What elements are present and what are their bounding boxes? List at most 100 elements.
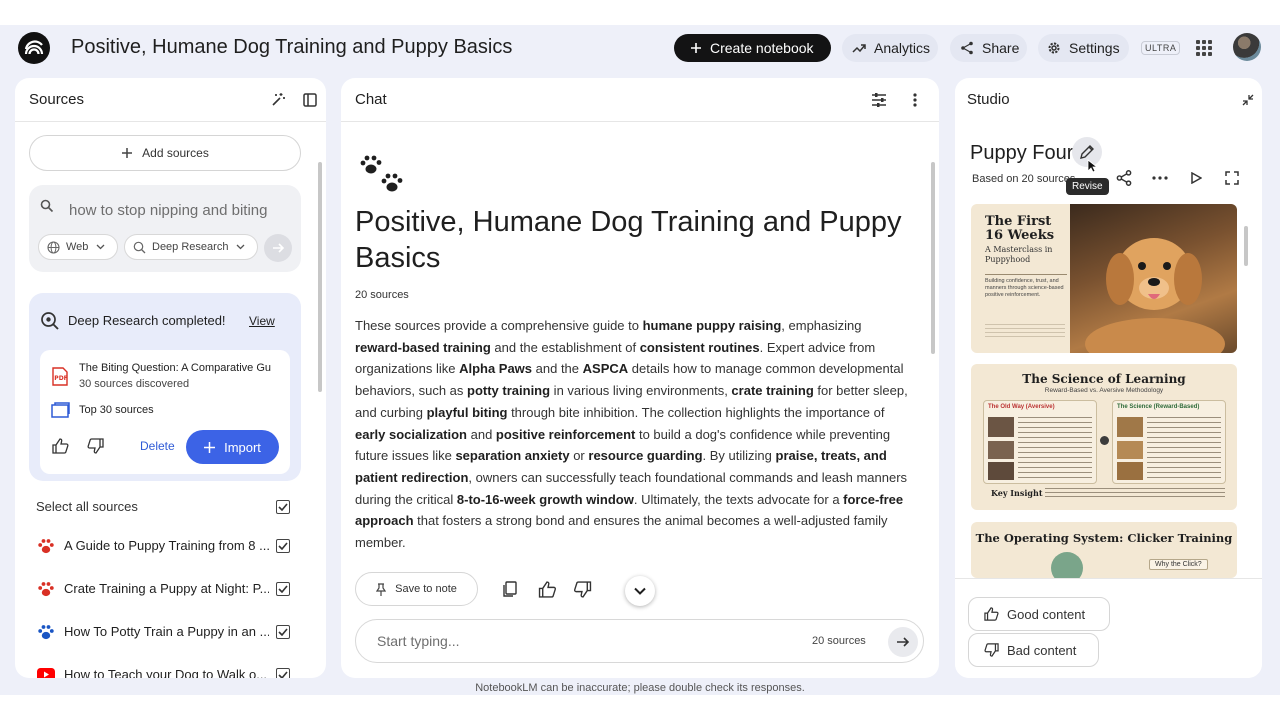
- aversive-head: The Old Way (Aversive): [988, 404, 1055, 410]
- top-bar: Positive, Humane Dog Training and Puppy …: [0, 25, 1280, 75]
- source-item[interactable]: Crate Training a Puppy at Night: P...: [15, 574, 326, 604]
- studio-panel: Studio Puppy Four Based on 20 sources Re…: [955, 78, 1262, 678]
- thumbs-down-icon[interactable]: [573, 581, 592, 598]
- settings-label: Settings: [1069, 40, 1120, 56]
- paw-icon: [38, 625, 54, 640]
- deep-research-view-link[interactable]: View: [249, 314, 275, 328]
- fullscreen-icon[interactable]: [1225, 171, 1239, 185]
- send-button[interactable]: [888, 627, 918, 657]
- source-item-label: How To Potty Train a Puppy in an ...: [64, 624, 269, 639]
- create-notebook-button[interactable]: Create notebook: [674, 34, 831, 62]
- chat-scrollbar[interactable]: [931, 162, 935, 354]
- summary-text: . Ultimately, the texts advocate for a: [633, 491, 844, 507]
- summary-bold-text: early socialization: [355, 426, 467, 442]
- chevron-down-icon: [96, 244, 105, 250]
- slide-title: The First 16 Weeks: [985, 214, 1055, 243]
- thumbs-up-icon[interactable]: [538, 581, 557, 598]
- magic-wand-icon[interactable]: [267, 89, 289, 111]
- good-content-button[interactable]: Good content: [968, 597, 1110, 631]
- add-sources-button[interactable]: Add sources: [29, 135, 301, 171]
- studio-scrollbar[interactable]: [1244, 226, 1248, 266]
- more-horiz-icon[interactable]: [1152, 176, 1168, 180]
- slide-thumbnail[interactable]: The First 16 Weeks A Masterclass in Pupp…: [971, 204, 1237, 353]
- source-checkbox[interactable]: [276, 539, 290, 553]
- slide-title: The Operating System: Clicker Training: [975, 531, 1233, 545]
- top-sources-label[interactable]: Top 30 sources: [79, 404, 154, 416]
- select-all-checkbox[interactable]: [276, 500, 290, 514]
- summary-text: . By utilizing: [702, 448, 776, 464]
- summary-bold-text: playful biting: [426, 404, 508, 420]
- scroll-down-button[interactable]: [625, 576, 655, 606]
- copy-icon[interactable]: [502, 581, 518, 598]
- summary-bold-text: positive reinforcement: [495, 426, 636, 442]
- disclaimer: NotebookLM can be inaccurate; please dou…: [475, 682, 805, 694]
- source-checkbox[interactable]: [276, 668, 290, 678]
- source-item-label: Crate Training a Puppy at Night: P...: [64, 581, 269, 596]
- notebook-title[interactable]: Positive, Humane Dog Training and Puppy …: [71, 36, 512, 59]
- arrow-icon: [1100, 436, 1109, 445]
- source-checkbox[interactable]: [276, 582, 290, 596]
- source-search-box[interactable]: how to stop nipping and biting Web Deep …: [29, 185, 301, 272]
- search-submit-button[interactable]: [264, 234, 292, 262]
- source-item[interactable]: How to Teach your Dog to Walk o...: [15, 660, 326, 678]
- source-item[interactable]: How To Potty Train a Puppy in an ...: [15, 617, 326, 647]
- sources-title: Sources: [29, 91, 85, 108]
- search-input[interactable]: how to stop nipping and biting: [69, 202, 267, 219]
- play-icon[interactable]: [1191, 172, 1202, 184]
- chevron-down-icon: [236, 244, 245, 250]
- more-vert-icon[interactable]: [904, 89, 926, 111]
- share-icon: [961, 41, 973, 55]
- avatar[interactable]: [1233, 33, 1261, 61]
- source-item[interactable]: A Guide to Puppy Training from 8 ...: [15, 531, 326, 561]
- web-chip[interactable]: Web: [38, 234, 118, 260]
- apps-grid-icon[interactable]: [1196, 40, 1212, 56]
- result-title[interactable]: The Biting Question: A Comparative Gu: [79, 362, 282, 374]
- collapse-icon[interactable]: [1237, 89, 1259, 111]
- web-chip-label: Web: [66, 241, 89, 253]
- create-notebook-label: Create notebook: [710, 40, 814, 56]
- tune-icon[interactable]: [868, 89, 890, 111]
- pencil-icon: [1080, 145, 1094, 159]
- source-checkbox[interactable]: [276, 625, 290, 639]
- deep-research-chip[interactable]: Deep Research: [124, 234, 258, 260]
- analytics-button[interactable]: Analytics: [842, 34, 938, 62]
- artifact-title: Puppy Four: [970, 142, 1074, 164]
- sources-scrollbar[interactable]: [318, 162, 322, 392]
- notebook-summary: These sources provide a comprehensive gu…: [355, 315, 911, 554]
- chat-input-placeholder: Start typing...: [377, 633, 460, 649]
- paw-prints-icon: [360, 155, 403, 192]
- youtube-icon: [37, 668, 55, 678]
- slide-title: The Science of Learning: [1022, 372, 1186, 386]
- chat-input[interactable]: Start typing... 20 sources: [355, 619, 924, 663]
- plus-icon: [204, 441, 216, 453]
- thumbs-up-icon[interactable]: [52, 438, 69, 454]
- save-to-note-button[interactable]: Save to note: [355, 572, 478, 606]
- check-icon: [278, 542, 288, 550]
- summary-bold-text: ASPCA: [582, 361, 629, 377]
- select-all-row[interactable]: Select all sources: [15, 492, 326, 522]
- bad-content-label: Bad content: [1007, 642, 1077, 658]
- deep-research-status: Deep Research completed!: [68, 313, 226, 328]
- summary-text: , emphasizing: [781, 318, 862, 333]
- summary-bold-text: reward-based training: [355, 339, 491, 355]
- share-icon[interactable]: [1116, 170, 1132, 186]
- share-button[interactable]: Share: [950, 34, 1027, 62]
- settings-button[interactable]: Settings: [1038, 34, 1129, 62]
- thumbs-down-icon[interactable]: [87, 438, 104, 454]
- artifact-source-count: Based on 20 sources: [972, 173, 1076, 185]
- revise-tooltip: Revise: [1066, 178, 1109, 195]
- select-all-label: Select all sources: [36, 499, 138, 514]
- slide-thumbnail[interactable]: The Science of Learning Reward-Based vs.…: [971, 364, 1237, 510]
- pin-icon: [376, 582, 387, 596]
- puppy-illustration: [1085, 238, 1225, 353]
- add-sources-label: Add sources: [142, 146, 209, 160]
- import-button[interactable]: Import: [186, 430, 279, 464]
- thumbs-up-icon: [984, 607, 999, 621]
- notebooklm-logo-icon[interactable]: [18, 32, 50, 64]
- delete-research-button[interactable]: Delete: [140, 439, 175, 453]
- bad-content-button[interactable]: Bad content: [968, 633, 1099, 667]
- collapse-panel-icon[interactable]: [299, 89, 321, 111]
- svg-text:PDF: PDF: [54, 375, 67, 382]
- thumbs-down-icon: [984, 643, 999, 657]
- slide-thumbnail[interactable]: The Operating System: Clicker Training W…: [971, 522, 1237, 578]
